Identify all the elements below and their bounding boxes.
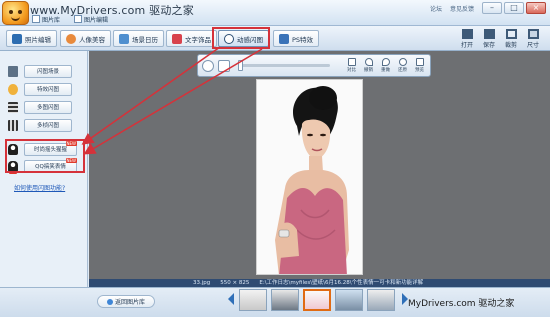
canvas-area: 对比 撤销 重做 还原 预览 [89, 51, 550, 279]
thumbnail[interactable] [239, 289, 267, 311]
thumbnail[interactable] [271, 289, 299, 311]
status-path: E:\工作日志\myfiles\壁纸\6月16.28\个性表情一可卡和新功能详解 [259, 280, 424, 286]
status-filename: 33.jpg [193, 280, 211, 286]
restore-button[interactable]: 还原 [395, 58, 410, 73]
button-label: 人像美容 [79, 35, 105, 44]
open-button[interactable]: 打开 [457, 28, 477, 49]
thumbnail-strip [239, 289, 399, 311]
zoom-slider-thumb[interactable] [238, 60, 243, 71]
watermark-bottom: MyDrivers.com 驱动之家 [408, 299, 515, 309]
undo-button[interactable]: 撤销 [361, 58, 376, 73]
edited-photo[interactable] [256, 79, 363, 275]
save-icon [483, 29, 495, 39]
status-dimensions: 550 × 825 [220, 280, 250, 286]
highlight-flash-button [212, 27, 270, 49]
button-label: PS特效 [292, 35, 314, 44]
tab-image-edit[interactable]: 图片编辑 [74, 13, 108, 25]
portrait-image [257, 80, 362, 274]
edit-icon [74, 15, 82, 23]
effect-icon [8, 83, 18, 95]
button-label: 文字饰品 [185, 35, 211, 44]
frames-button[interactable]: 多桢闪图 [24, 118, 72, 132]
highlight-new-items [5, 139, 85, 173]
redo-icon [381, 58, 390, 66]
button-label: 裁剪 [504, 42, 517, 49]
undo-icon [364, 58, 373, 66]
fit-icon[interactable] [218, 59, 230, 72]
restore-icon [398, 58, 407, 66]
multi-image-button[interactable]: 多图闪图 [24, 100, 72, 114]
button-label: 保存 [482, 42, 495, 49]
tool-label: 预览 [415, 68, 424, 73]
left-item-effect: 特效闪图 [8, 81, 86, 97]
left-item-frames: 多桢闪图 [8, 117, 86, 133]
size-button[interactable]: 尺寸 [523, 28, 543, 49]
title-links: 论坛 意见反馈 [430, 4, 474, 13]
rotate-icon[interactable] [202, 59, 214, 72]
button-label: 场景日历 [132, 35, 158, 44]
toolbar-calendar-button[interactable]: 场景日历 [113, 30, 164, 47]
tool-label: 对比 [347, 68, 356, 73]
left-item-scene: 闪图场景 [8, 63, 86, 79]
zoom-slider[interactable] [238, 60, 330, 71]
back-to-library-button[interactable]: 返回图片库 [97, 295, 155, 308]
thumbnail[interactable] [335, 289, 363, 311]
maximize-icon[interactable]: □ [504, 2, 524, 14]
back-arrow-icon [106, 298, 113, 305]
toolbar-ps-effect-button[interactable]: PS特效 [273, 30, 320, 47]
help-link[interactable]: 如何使用闪图功能? [14, 183, 65, 192]
preview-icon [415, 58, 424, 66]
film-icon [8, 101, 18, 113]
crop-icon [505, 29, 517, 39]
app-logo-icon [2, 1, 29, 25]
close-icon[interactable]: × [526, 2, 546, 14]
text-decoration-icon [172, 33, 182, 44]
crop-button[interactable]: 裁剪 [501, 28, 521, 49]
compare-button[interactable]: 对比 [344, 58, 359, 73]
button-label: 尺寸 [526, 42, 539, 49]
window-controls: – □ × [482, 2, 546, 14]
button-label: 返回图片库 [114, 299, 145, 306]
toolbar-portrait-beauty-button[interactable]: 人像美容 [60, 30, 111, 47]
ps-effect-icon [279, 33, 289, 44]
thumbnail-selected[interactable] [303, 289, 331, 311]
status-bar: 33.jpg 550 × 825 E:\工作日志\myfiles\壁纸\6月16… [89, 279, 550, 287]
photo-edit-icon [12, 33, 22, 44]
tool-label: 还原 [398, 68, 407, 73]
bottom-bar: 返回图片库 MyDrivers.com 驱动之家 [0, 287, 550, 317]
tab-image-library[interactable]: 图片库 [32, 13, 60, 25]
next-thumb-icon[interactable] [401, 293, 408, 305]
calendar-icon [119, 33, 129, 44]
redo-button[interactable]: 重做 [378, 58, 393, 73]
button-label: 打开 [460, 42, 473, 49]
toolbar-photo-edit-button[interactable]: 照片编辑 [6, 30, 57, 47]
frames-icon [8, 119, 18, 131]
tab-label: 图片库 [42, 16, 61, 24]
compare-icon [347, 58, 356, 66]
canvas-toolbar: 对比 撤销 重做 还原 预览 [197, 54, 431, 77]
save-button[interactable]: 保存 [479, 28, 499, 49]
minimize-icon[interactable]: – [482, 2, 502, 14]
main-toolbar: 照片编辑 人像美容 场景日历 文字饰品 动感闪图 PS特效 打开 保存 裁剪 尺… [0, 26, 550, 51]
title-bar: www.MyDrivers.com 驱动之家 图片库 图片编辑 论坛 意见反馈 … [0, 0, 550, 26]
tool-label: 重做 [381, 68, 390, 73]
button-label: 照片编辑 [25, 35, 51, 44]
left-item-multi: 多图闪图 [8, 99, 86, 115]
thumbnail[interactable] [367, 289, 395, 311]
preview-button[interactable]: 预览 [412, 58, 427, 73]
toolbar-text-decoration-button[interactable]: 文字饰品 [166, 30, 217, 47]
forum-link[interactable]: 论坛 [430, 4, 442, 13]
size-icon [527, 29, 539, 39]
tool-label: 撤销 [364, 68, 373, 73]
tab-label: 图片编辑 [84, 16, 109, 24]
scene-icon [8, 65, 18, 77]
portrait-beauty-icon [66, 33, 76, 44]
feedback-link[interactable]: 意见反馈 [450, 4, 474, 13]
library-icon [32, 15, 40, 23]
effect-button[interactable]: 特效闪图 [24, 82, 72, 96]
scene-button[interactable]: 闪图场景 [24, 64, 72, 78]
prev-thumb-icon[interactable] [228, 293, 235, 305]
open-icon [461, 29, 473, 39]
